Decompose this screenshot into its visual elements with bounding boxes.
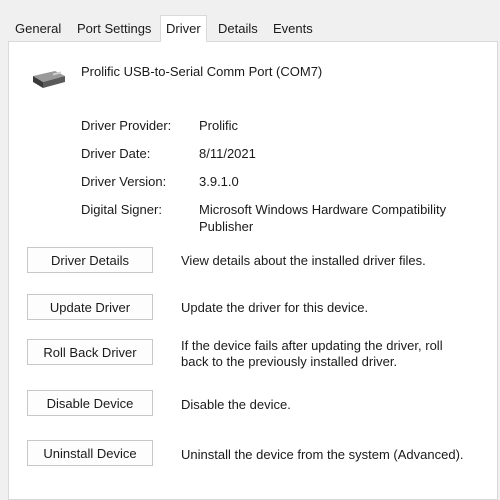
digital-signer-value: Microsoft Windows Hardware Compatibility… (199, 201, 446, 235)
disable-device-description: Disable the device. (181, 397, 291, 412)
uninstall-device-button[interactable]: Uninstall Device (27, 440, 153, 466)
tab-events[interactable]: Events (268, 18, 318, 40)
device-name: Prolific USB-to-Serial Comm Port (COM7) (81, 64, 323, 79)
uninstall-device-description: Uninstall the device from the system (Ad… (181, 447, 464, 462)
update-driver-description: Update the driver for this device. (181, 300, 369, 315)
digital-signer-label: Digital Signer: (81, 202, 162, 217)
digital-signer-value-line2: Publisher (199, 219, 254, 234)
disable-device-button[interactable]: Disable Device (27, 390, 153, 416)
driver-date-label: Driver Date: (81, 146, 151, 161)
tab-strip: General Port Settings Driver Details Eve… (0, 0, 500, 42)
tab-driver[interactable]: Driver (160, 15, 207, 42)
tab-details[interactable]: Details (213, 18, 263, 40)
roll-back-description-line1: If the device fails after updating the d… (181, 338, 443, 353)
digital-signer-value-line1: Microsoft Windows Hardware Compatibility (199, 202, 447, 217)
driver-provider-label: Driver Provider: (81, 118, 172, 133)
driver-date-value: 8/11/2021 (199, 146, 256, 161)
serial-port-device-icon (31, 68, 67, 90)
driver-version-label: Driver Version: (81, 174, 167, 189)
roll-back-driver-button[interactable]: Roll Back Driver (27, 339, 153, 365)
driver-tab-panel: Prolific USB-to-Serial Comm Port (COM7) … (8, 41, 498, 500)
driver-details-description: View details about the installed driver … (181, 253, 426, 268)
driver-details-button[interactable]: Driver Details (27, 247, 153, 273)
tab-port-settings[interactable]: Port Settings (72, 18, 156, 40)
driver-version-value: 3.9.1.0 (199, 174, 239, 189)
update-driver-button[interactable]: Update Driver (27, 294, 153, 320)
roll-back-driver-description: If the device fails after updating the d… (181, 338, 481, 370)
tab-general[interactable]: General (10, 18, 66, 40)
driver-provider-value: Prolific (199, 118, 239, 133)
roll-back-description-line2: back to the previously installed driver. (181, 354, 398, 369)
